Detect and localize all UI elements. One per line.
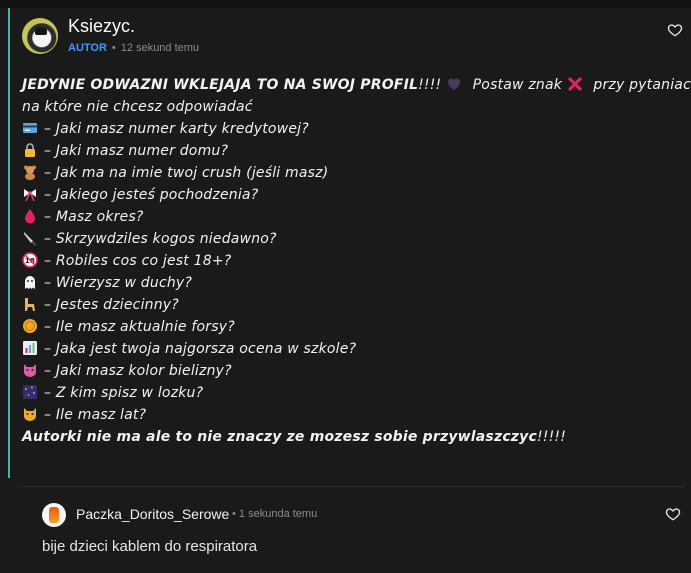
question-row: – Jestes dziecinny? [22,294,682,316]
question-text: – Robiles cos co jest 18+? [44,253,232,269]
author-avatar[interactable] [22,18,58,54]
meta-separator: • [111,42,116,54]
question-row: – Ile masz aktualnie forsy? [22,316,682,338]
author-name[interactable]: Ksiezyc. [68,16,135,37]
bar-chart-icon [23,341,37,355]
question-row: – Jaki masz numer karty kredytowej? [22,118,682,140]
question-text: – Jestes dziecinny? [44,297,179,313]
reply-avatar[interactable] [42,503,66,527]
reply-text: bije dzieci kablem do respiratora [42,538,258,555]
question-row: – Jaki masz kolor bielizny? [22,360,682,382]
intro-bold: JEDYNIE ODWAZNI WKLEJAJA TO NA SWOJ PROF… [22,77,419,93]
black-heart-icon [448,78,460,90]
question-text: – Masz okres? [44,209,144,225]
intro-line-2: na które nie chcesz odpowiadać [22,99,253,115]
question-row: – Masz okres? [22,206,682,228]
question-text: – Jaka jest twoja najgorsza ocena w szko… [44,341,357,357]
intro-marks: !!!! [418,77,442,93]
drop-icon [25,209,35,224]
question-text: – Jaki masz kolor bielizny? [44,363,232,379]
author-badge: AUTOR [68,42,107,54]
question-row: – Jakiego jesteś pochodzenia? [22,184,682,206]
outro-marks: !!!!! [537,429,567,445]
credit-card-icon [23,123,37,133]
lock-icon [25,143,35,157]
top-edge [0,0,691,8]
night-sky-icon [23,385,37,399]
eighteen-plus-icon: 18 [22,252,38,268]
post-meta: AUTOR • 12 sekund temu [68,42,199,54]
question-text: – Wierzysz w duchy? [44,275,193,291]
ghost-icon [25,276,35,289]
question-row: – Ile masz lat? [22,404,682,426]
question-row: – Jak ma na imie twoj crush (jeśli masz) [22,162,682,184]
intro-rest-a: Postaw znak [472,77,563,93]
reply-meta: • 1 sekunda temu [232,508,317,520]
outro-bold: Autorki nie ma ale to nie znaczy ze moze… [22,429,537,445]
cat-face-icon [24,364,36,377]
coin-icon [23,319,37,333]
teddy-bear-icon [24,165,36,180]
question-text: – Jaki masz numer domu? [44,143,229,159]
question-text: – Jakiego jesteś pochodzenia? [44,187,259,203]
question-row: – Z kim spisz w lozku? [22,382,682,404]
question-text: – Jak ma na imie twoj crush (jeśli masz) [44,165,329,181]
reply-separator: • [232,508,236,520]
cat-icon [24,408,36,421]
knife-icon [24,232,37,246]
intro-line: JEDYNIE ODWAZNI WKLEJAJA TO NA SWOJ PROF… [22,74,691,96]
question-text: – Ile masz lat? [44,407,147,423]
reply-author-name[interactable]: Paczka_Doritos_Serowe [76,506,229,522]
question-row: – Skrzywdziles kogos niedawno? [22,228,682,250]
reply-time: 1 sekunda temu [238,508,318,520]
question-row: – Jaka jest twoja najgorsza ocena w szko… [22,338,682,360]
post-time: 12 sekund temu [120,42,200,54]
question-text: – Jaki masz numer karty kredytowej? [44,121,309,137]
question-row: – Wierzysz w duchy? [22,272,682,294]
question-row: 18 – Robiles cos co jest 18+? [22,250,682,272]
question-text: – Z kim spisz w lozku? [44,385,204,401]
outro-line: Autorki nie ma ale to nie znaczy ze moze… [22,426,682,448]
cross-mark-icon [568,77,582,91]
intro-rest-b: przy pytaniach [593,77,691,93]
question-row: – Jaki masz numer domu? [22,140,682,162]
comment-divider [22,486,685,487]
heart-icon[interactable] [665,506,681,522]
ribbon-icon [24,189,36,202]
post-card: Ksiezyc. AUTOR • 12 sekund temu JEDYNIE OD… [8,8,691,478]
heart-icon[interactable] [667,22,683,38]
post-body: JEDYNIE ODWAZNI WKLEJAJA TO NA SWOJ PROF… [22,74,691,448]
llama-icon [25,298,35,311]
question-text: – Ile masz aktualnie forsy? [44,319,235,335]
question-text: – Skrzywdziles kogos niedawno? [44,231,277,247]
